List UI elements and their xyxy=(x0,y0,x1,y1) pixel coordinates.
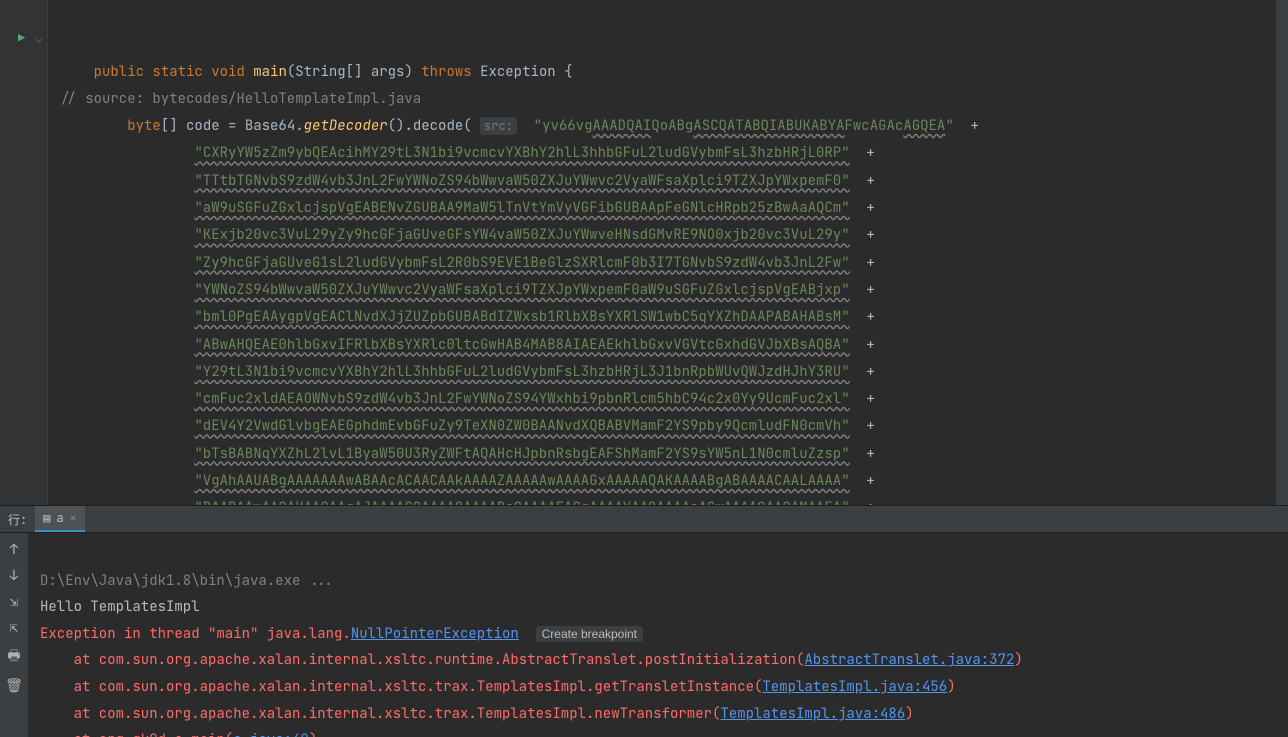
run-tab[interactable]: ▤ a × xyxy=(35,506,85,532)
stack-frame: at com.sun.org.apache.xalan.internal.xsl… xyxy=(40,705,914,723)
editor-pane: ▶ ⌄ public static void main(String[] arg… xyxy=(0,0,1288,505)
stack-frame: at com.sun.org.apache.xalan.internal.xsl… xyxy=(40,651,1023,669)
exception-link[interactable]: NullPointerException xyxy=(351,625,519,643)
scroll-down-icon[interactable]: ↓ xyxy=(10,567,18,585)
str-line: "YWNoZS94bWwvaW50ZXJuYWwvc2VyaWFsaXplci9… xyxy=(60,281,875,299)
run-gutter-icon[interactable]: ▶ xyxy=(18,30,25,46)
console-toolbar: ↑ ↓ ⇲ ⇱ 🖶 🗑 xyxy=(0,533,28,737)
editor-scrollbar[interactable] xyxy=(1276,0,1288,505)
fold-icon[interactable]: ⌄ xyxy=(36,32,42,45)
param-hint: src: xyxy=(480,117,517,135)
str-line: "ABwAHQEAE0hlbGxvIFRlbXBsYXRlc0ltcGwHAB4… xyxy=(60,336,875,354)
str-line: "cmFuc2xldAEAOWNvbS9zdW4vb3JnL2FwYWNoZS9… xyxy=(60,390,875,408)
stack-frame: at com.sun.org.apache.xalan.internal.xsl… xyxy=(40,678,956,696)
str-line: "aW9uSGFuZGxlcjspVgEABENvZGUBAA9MaW5lTnV… xyxy=(60,199,875,217)
str-line: "bTsBABNqYXZhL2lvL1ByaW50U3RyZWFtAQAHcHJ… xyxy=(60,445,875,463)
code-decl-line: byte[] code = Base64.getDecoder().decode… xyxy=(60,117,979,135)
stack-link[interactable]: TemplatesImpl.java:456 xyxy=(762,678,947,696)
stack-link[interactable]: AbstractTranslet.java:372 xyxy=(804,651,1014,669)
str-line: "CXRyYW5zZm9ybQEAcihMY29tL3N1bi9vcmcvYXB… xyxy=(60,144,875,162)
source-comment: // source: bytecodes/HelloTemplateImpl.j… xyxy=(60,90,421,108)
tab-icon: ▤ xyxy=(43,510,50,526)
stack-frame: at org.gk0d.a.main(a.java:40) xyxy=(40,731,317,737)
editor-gutter: ▶ ⌄ xyxy=(0,0,48,505)
clear-icon[interactable]: 🗑 xyxy=(5,677,23,695)
str-line: "BAABAAwAAQAHAA0AAgAJAAAAGQAAAAQAAAABsQA… xyxy=(60,499,875,505)
soft-wrap-icon[interactable]: ⇲ xyxy=(10,593,18,611)
method-signature: public static void main(String[] args) t… xyxy=(60,63,573,81)
scroll-to-end-icon[interactable]: ⇱ xyxy=(10,619,18,637)
console-output[interactable]: D:\Env\Java\jdk1.8\bin\java.exe ... Hell… xyxy=(28,533,1288,737)
tab-label: a xyxy=(56,510,63,526)
exception-line: Exception in thread "main" java.lang.Nul… xyxy=(40,625,643,643)
run-panel-header: 行: ▤ a × xyxy=(0,505,1288,533)
print-icon[interactable]: 🖶 xyxy=(7,645,20,669)
str-line: "dEV4Y2VwdGlvbgEAEGphdmEvbGFuZy9TeXN0ZW0… xyxy=(60,417,875,435)
scroll-up-icon[interactable]: ↑ xyxy=(10,541,18,559)
str-line: "Zy9hcGFjaGUveG1sL2ludGVybmFsL2R0bS9EVE1… xyxy=(60,254,875,272)
console-stdout: Hello TemplatesImpl xyxy=(40,598,200,616)
str-line: "Y29tL3N1bi9vcmcvYXBhY2hlL3hhbGFuL2ludGV… xyxy=(60,363,875,381)
str-line: "TTtbTGNvbS9zdW4vb3JnL2FwYWNoZS94bWwvaW5… xyxy=(60,172,875,190)
blank-line xyxy=(60,35,68,53)
str-line: "KExjb20vc3VuL29yZy9hcGFjaGUveGFsYW4vaW5… xyxy=(60,226,875,244)
code-area[interactable]: public static void main(String[] args) t… xyxy=(48,0,1288,505)
panel-title: 行: xyxy=(0,511,35,528)
console-cmd: D:\Env\Java\jdk1.8\bin\java.exe ... xyxy=(40,572,334,590)
close-icon[interactable]: × xyxy=(70,510,77,526)
stack-link[interactable]: a.java:40 xyxy=(233,731,309,737)
str-line: "VgAhAAUABgAAAAAAAwABAAcACAACAAkAAAAZAAA… xyxy=(60,472,875,490)
console-panel: ↑ ↓ ⇲ ⇱ 🖶 🗑 D:\Env\Java\jdk1.8\bin\java.… xyxy=(0,533,1288,737)
stack-link[interactable]: TemplatesImpl.java:486 xyxy=(720,705,905,723)
create-breakpoint-button[interactable]: Create breakpoint xyxy=(536,626,643,642)
str-line: "bml0PgEAAygpVgEAClNvdXJjZUZpbGUBABdIZWx… xyxy=(60,308,875,326)
